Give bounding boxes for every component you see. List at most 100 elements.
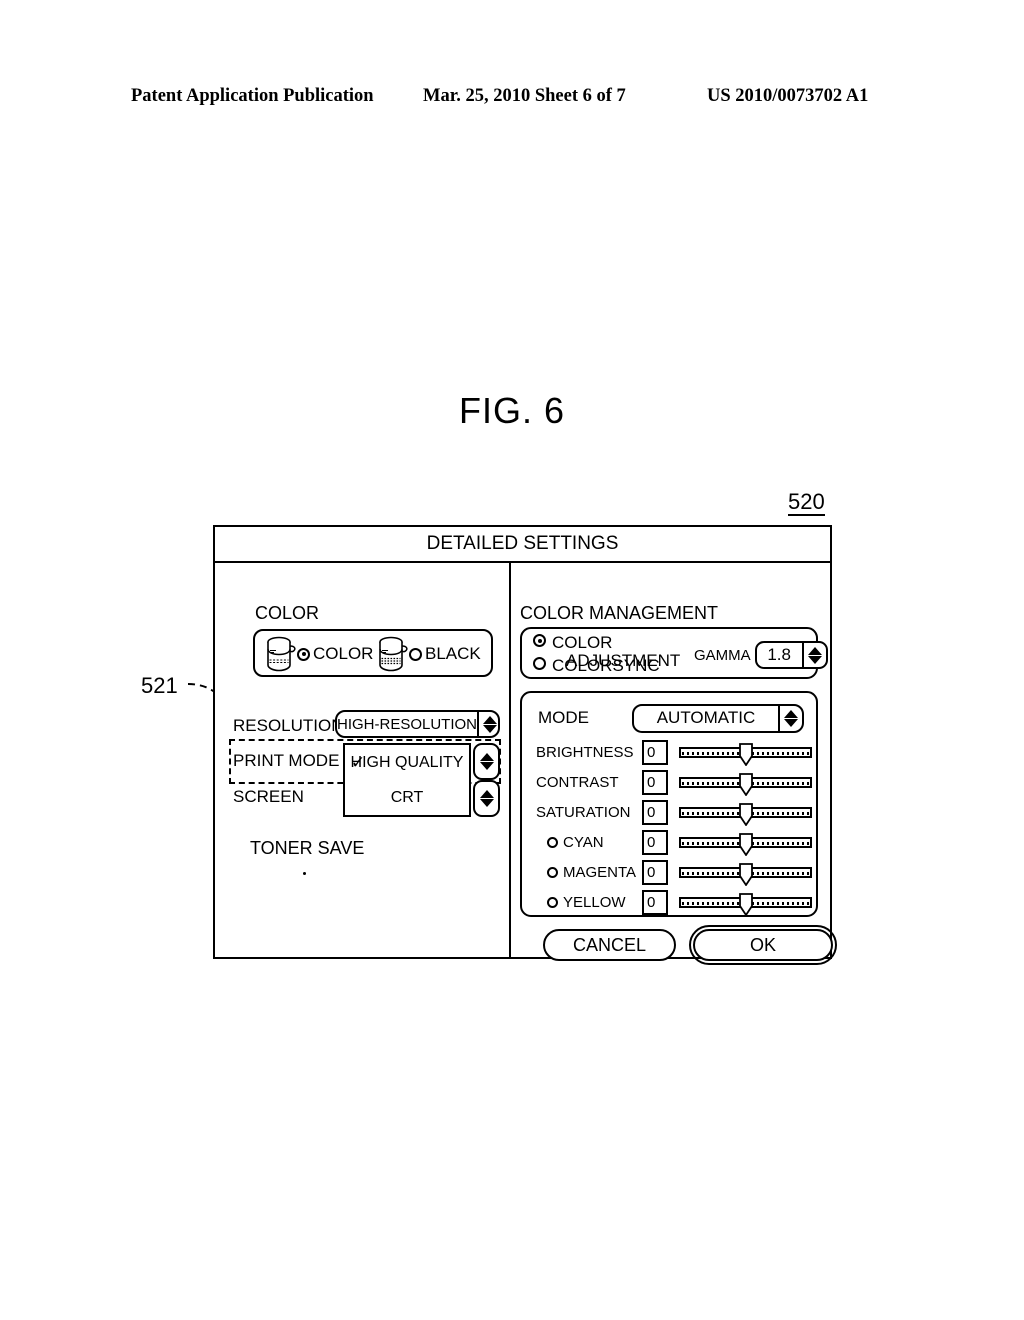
color-adjustment-radio[interactable] bbox=[533, 634, 546, 647]
resolution-value: HIGH-RESOLUTION bbox=[337, 715, 478, 733]
chevron-down-icon bbox=[479, 762, 494, 770]
left-column: COLOR COLOR BLACK RESOLUTION HIGH-RESOLU… bbox=[215, 563, 509, 959]
figure-label: FIG. 6 bbox=[458, 390, 566, 431]
slider-row-contrast: CONTRAST 0 bbox=[536, 770, 814, 796]
gamma-control: GAMMA 1.8 bbox=[694, 641, 828, 669]
gamma-value: 1.8 bbox=[767, 645, 791, 664]
chevron-down-icon bbox=[483, 724, 498, 733]
screen-label: SCREEN bbox=[233, 787, 304, 806]
cancel-button[interactable]: CANCEL bbox=[543, 929, 676, 961]
color-radio-color[interactable] bbox=[297, 647, 310, 661]
toner-save-label[interactable]: TONER SAVE bbox=[250, 838, 364, 859]
print-mode-dropdown-open[interactable]: ✓ HIGH QUALITY CRT bbox=[343, 743, 500, 817]
color-management-label: COLOR MANAGEMENT bbox=[520, 603, 719, 623]
chevron-down-icon bbox=[479, 799, 494, 807]
print-mode-spinner[interactable] bbox=[473, 743, 500, 780]
slider-row-brightness: BRIGHTNESS 0 bbox=[536, 740, 814, 766]
dialog-body: COLOR COLOR BLACK RESOLUTION HIGH-RESOLU… bbox=[215, 563, 837, 965]
mode-value: AUTOMATIC bbox=[656, 708, 756, 727]
brightness-slider[interactable] bbox=[679, 743, 812, 766]
check-icon: ✓ bbox=[351, 752, 366, 772]
ok-button[interactable]: OK bbox=[693, 929, 833, 961]
color-option-black[interactable]: BLACK bbox=[377, 635, 481, 673]
yellow-radio[interactable] bbox=[547, 897, 558, 908]
magenta-value[interactable]: 0 bbox=[642, 860, 668, 885]
dropdown-item-crt[interactable]: CRT bbox=[345, 780, 469, 815]
saturation-slider[interactable] bbox=[679, 803, 812, 826]
callout-521: 521 bbox=[141, 673, 178, 698]
gamma-spinner[interactable] bbox=[801, 643, 826, 667]
cyan-option[interactable]: CYAN bbox=[536, 834, 642, 851]
cyan-value[interactable]: 0 bbox=[642, 830, 668, 855]
chevron-up-icon bbox=[479, 753, 494, 761]
callout-520: 520 bbox=[788, 490, 825, 517]
slider-row-magenta: MAGENTA 0 bbox=[536, 860, 814, 886]
gamma-label: GAMMA bbox=[694, 646, 751, 664]
resolution-spinner[interactable] bbox=[477, 712, 501, 736]
brightness-label: BRIGHTNESS bbox=[536, 744, 634, 761]
contrast-slider[interactable] bbox=[679, 773, 812, 796]
chevron-up-icon bbox=[784, 709, 798, 718]
yellow-slider[interactable] bbox=[679, 893, 812, 916]
color-option-group: COLOR BLACK bbox=[253, 629, 493, 677]
magenta-radio[interactable] bbox=[547, 867, 558, 878]
publication-label: Patent Application Publication bbox=[131, 86, 374, 106]
slider-row-cyan: CYAN 0 bbox=[536, 830, 814, 856]
resolution-label: RESOLUTION bbox=[233, 716, 344, 735]
toner-cartridge-icon bbox=[379, 636, 408, 672]
slider-thumb-icon[interactable] bbox=[738, 863, 754, 886]
contrast-value[interactable]: 0 bbox=[642, 770, 668, 795]
dialog-title: DETAILED SETTINGS bbox=[215, 527, 830, 563]
color-radio-black[interactable] bbox=[409, 647, 422, 661]
color-option-color-label: COLOR bbox=[313, 644, 374, 663]
chevron-down-icon bbox=[784, 718, 798, 727]
saturation-value[interactable]: 0 bbox=[642, 800, 668, 825]
mode-combobox[interactable]: AUTOMATIC bbox=[632, 703, 804, 733]
color-adjustment-label-line1: COLOR bbox=[552, 633, 613, 652]
slider-row-saturation: SATURATION 0 bbox=[536, 800, 814, 826]
cyan-slider[interactable] bbox=[679, 833, 812, 856]
color-management-group: COLOR ADJUSTMENT COLORSYNC GAMMA 1.8 bbox=[520, 627, 828, 679]
mode-label: MODE bbox=[538, 708, 589, 727]
screen-spinner[interactable] bbox=[473, 780, 500, 817]
detailed-settings-dialog: DETAILED SETTINGS COLOR COLOR BLACK RESO… bbox=[213, 525, 837, 965]
chevron-up-icon bbox=[807, 646, 822, 655]
cyan-radio[interactable] bbox=[547, 837, 558, 848]
colorsync-label: COLORSYNC bbox=[552, 656, 660, 675]
yellow-value[interactable]: 0 bbox=[642, 890, 668, 915]
contrast-label: CONTRAST bbox=[536, 774, 619, 791]
chevron-up-icon bbox=[479, 790, 494, 798]
yellow-option[interactable]: YELLOW bbox=[536, 894, 642, 911]
slider-thumb-icon[interactable] bbox=[738, 893, 754, 916]
slider-thumb-icon[interactable] bbox=[738, 833, 754, 856]
color-option-black-label: BLACK bbox=[425, 644, 481, 663]
print-artifact-dot bbox=[303, 872, 306, 875]
colorsync-radio[interactable] bbox=[533, 657, 546, 670]
chevron-down-icon bbox=[807, 655, 822, 664]
dropdown-item-crt-label: CRT bbox=[390, 788, 424, 806]
gamma-field[interactable]: 1.8 bbox=[754, 641, 828, 669]
date-sheet-label: Mar. 25, 2010 Sheet 6 of 7 bbox=[423, 86, 626, 106]
resolution-combobox[interactable]: HIGH-RESOLUTION bbox=[335, 710, 500, 738]
magenta-option[interactable]: MAGENTA bbox=[536, 864, 642, 881]
brightness-value[interactable]: 0 bbox=[642, 740, 668, 765]
dropdown-item-high-quality-label: HIGH QUALITY bbox=[350, 753, 464, 771]
slider-row-yellow: YELLOW 0 bbox=[536, 890, 814, 916]
color-option-color[interactable]: COLOR bbox=[265, 635, 373, 673]
yellow-label: YELLOW bbox=[563, 894, 626, 911]
color-controls-group: MODE AUTOMATIC BRIGHTNESS 0 CONTRAST 0 S… bbox=[520, 691, 818, 917]
mode-row: MODE AUTOMATIC bbox=[538, 703, 806, 733]
right-column: COLOR MANAGEMENT COLOR ADJUSTMENT COLORS… bbox=[511, 563, 837, 965]
magenta-slider[interactable] bbox=[679, 863, 812, 886]
cyan-label: CYAN bbox=[563, 834, 604, 851]
slider-thumb-icon[interactable] bbox=[738, 803, 754, 826]
patent-number: US 2010/0073702 A1 bbox=[707, 86, 869, 106]
color-section-label: COLOR bbox=[255, 603, 320, 623]
magenta-label: MAGENTA bbox=[563, 864, 637, 881]
toner-cartridge-icon bbox=[267, 636, 296, 672]
colorsync-option[interactable]: COLORSYNC bbox=[533, 657, 660, 675]
slider-thumb-icon[interactable] bbox=[738, 773, 754, 796]
slider-thumb-icon[interactable] bbox=[738, 743, 754, 766]
mode-spinner[interactable] bbox=[778, 705, 802, 731]
dropdown-item-high-quality[interactable]: ✓ HIGH QUALITY bbox=[345, 745, 469, 780]
